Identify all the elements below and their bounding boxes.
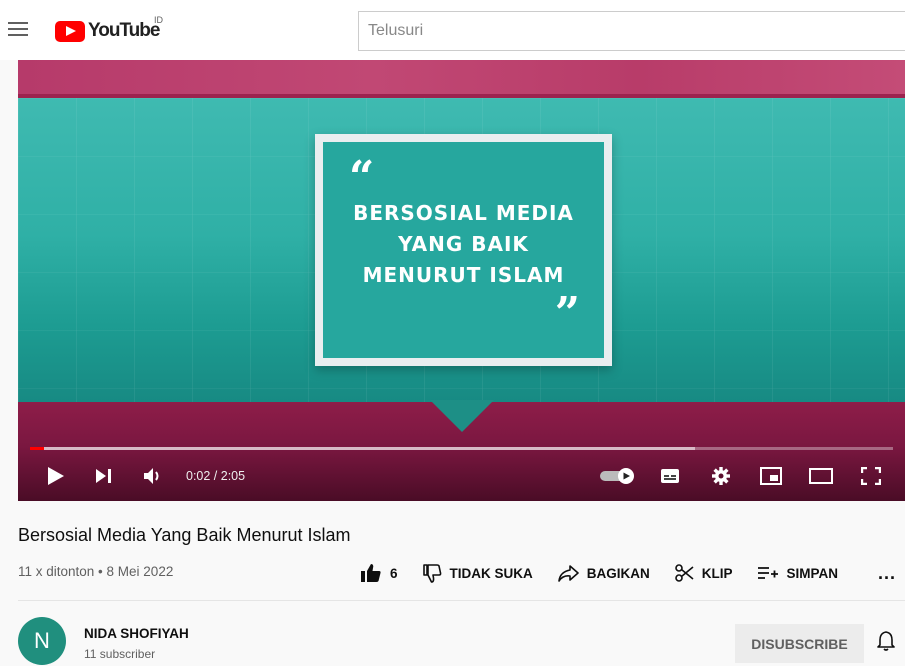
- masthead: YouTube ID: [0, 0, 905, 60]
- volume-icon: [144, 468, 159, 484]
- share-button[interactable]: BAGIKAN: [557, 564, 650, 582]
- next-icon: [96, 469, 111, 483]
- quote-line-2: YANG BAIK: [398, 232, 529, 256]
- video-actions: 6 TIDAK SUKA BAGIKAN KLIP SIMPAN: [360, 562, 862, 584]
- fullscreen-button[interactable]: [856, 458, 886, 494]
- subscriber-count: 11 subscriber: [84, 647, 156, 661]
- save-label: SIMPAN: [786, 565, 839, 581]
- search-input[interactable]: [359, 12, 905, 50]
- theater-mode-icon: [809, 468, 833, 484]
- save-button[interactable]: SIMPAN: [757, 565, 839, 581]
- like-button[interactable]: 6: [360, 563, 398, 583]
- clip-label: KLIP: [701, 565, 733, 581]
- unsubscribe-button[interactable]: DISUBSCRIBE: [735, 624, 864, 663]
- close-quote-icon: ”: [554, 288, 580, 339]
- autoplay-toggle-icon: [600, 468, 634, 484]
- logo-text: YouTube: [88, 20, 160, 41]
- notification-bell-button[interactable]: [877, 630, 895, 657]
- progress-played: [30, 447, 44, 450]
- time-display: 0:02 / 2:05: [186, 469, 246, 483]
- more-actions-button[interactable]: ...: [878, 563, 896, 584]
- mute-button[interactable]: [140, 458, 168, 494]
- player-controls: 0:02 / 2:05: [18, 458, 905, 494]
- channel-avatar[interactable]: N: [18, 617, 66, 665]
- quote-line-1: BERSOSIAL MEDIA: [353, 201, 574, 225]
- next-button[interactable]: [90, 458, 118, 494]
- like-count: 6: [390, 565, 398, 581]
- miniplayer-button[interactable]: [756, 458, 786, 494]
- hamburger-menu-icon[interactable]: [8, 22, 28, 38]
- play-icon: [48, 467, 64, 485]
- thumbs-down-icon: [422, 564, 441, 583]
- dislike-button[interactable]: TIDAK SUKA: [422, 563, 533, 583]
- quote-text: BERSOSIAL MEDIA YANG BAIK MENURUT ISLAM: [323, 198, 604, 291]
- thumbs-up-icon: [361, 564, 381, 582]
- open-quote-icon: “: [349, 152, 375, 203]
- fullscreen-icon: [861, 467, 881, 485]
- settings-button[interactable]: [706, 458, 736, 494]
- add-to-playlist-icon: [757, 567, 778, 579]
- subtitles-button[interactable]: [655, 458, 685, 494]
- gear-icon: [712, 467, 730, 485]
- quote-card: “ BERSOSIAL MEDIA YANG BAIK MENURUT ISLA…: [315, 134, 612, 366]
- video-frame-pointer: [430, 400, 494, 432]
- quote-line-3: MENURUT ISLAM: [362, 263, 565, 287]
- channel-name[interactable]: NIDA SHOFIYAH: [84, 626, 189, 641]
- progress-buffered: [30, 447, 695, 450]
- play-button[interactable]: [42, 458, 70, 494]
- subtitles-icon: [661, 469, 679, 483]
- youtube-play-logo-icon: [55, 20, 85, 42]
- video-title: Bersosial Media Yang Baik Menurut Islam: [18, 525, 351, 545]
- youtube-logo[interactable]: YouTube: [55, 20, 160, 42]
- country-code: ID: [154, 15, 163, 25]
- clip-button[interactable]: KLIP: [674, 563, 733, 583]
- autoplay-toggle[interactable]: [598, 458, 638, 494]
- search-box: [358, 11, 905, 51]
- section-divider: [18, 600, 905, 601]
- dislike-label: TIDAK SUKA: [449, 565, 533, 581]
- bell-icon: [877, 631, 895, 651]
- progress-bar[interactable]: [30, 447, 893, 450]
- video-meta: 11 x ditonton • 8 Mei 2022: [18, 564, 174, 579]
- share-arrow-icon: [557, 565, 579, 582]
- miniplayer-icon: [760, 467, 782, 485]
- theater-mode-button[interactable]: [806, 458, 836, 494]
- video-frame-top-band: [18, 60, 905, 98]
- scissors-icon: [674, 564, 694, 582]
- video-player[interactable]: “ BERSOSIAL MEDIA YANG BAIK MENURUT ISLA…: [18, 60, 905, 501]
- share-label: BAGIKAN: [586, 565, 650, 581]
